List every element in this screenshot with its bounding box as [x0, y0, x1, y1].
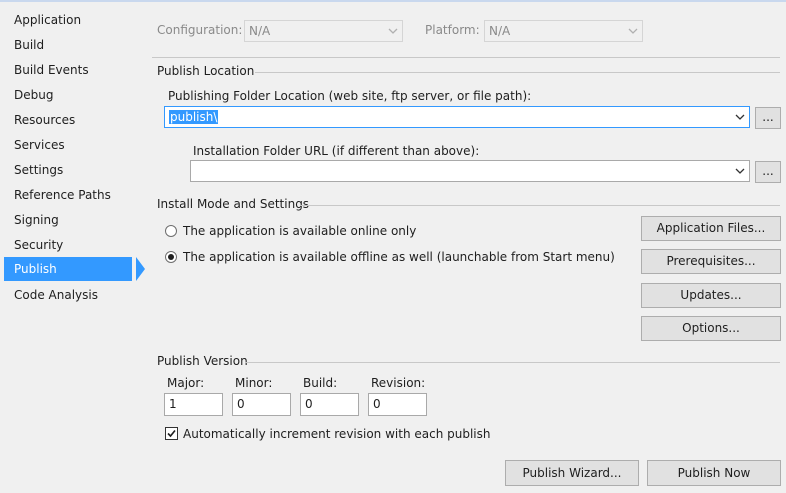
publish-version-divider	[245, 362, 780, 363]
publishing-folder-label: Publishing Folder Location (web site, ft…	[168, 89, 532, 103]
build-label: Build:	[303, 376, 338, 390]
sidebar-item-code-analysis[interactable]: Code Analysis	[4, 283, 132, 307]
configuration-label: Configuration:	[157, 23, 243, 37]
sidebar-item-build[interactable]: Build	[4, 33, 132, 57]
platform-dropdown[interactable]: N/A	[484, 20, 643, 42]
sidebar-item-signing[interactable]: Signing	[4, 208, 132, 232]
installation-folder-label: Installation Folder URL (if different th…	[193, 144, 480, 158]
revision-label: Revision:	[371, 376, 426, 390]
installation-folder-combo[interactable]	[190, 160, 750, 182]
online-only-label[interactable]: The application is available online only	[183, 224, 416, 238]
install-mode-title: Install Mode and Settings	[157, 197, 310, 211]
prerequisites-button[interactable]: Prerequisites...	[641, 249, 781, 274]
browse-folder-button[interactable]: ...	[755, 107, 781, 129]
major-input[interactable]: 1	[164, 393, 223, 416]
sidebar-item-application[interactable]: Application	[4, 8, 132, 32]
sidebar-item-reference-paths[interactable]: Reference Paths	[4, 183, 132, 207]
publish-wizard-button[interactable]: Publish Wizard...	[505, 460, 639, 486]
offline-label[interactable]: The application is available offline as …	[183, 250, 615, 264]
online-only-radio[interactable]	[165, 225, 177, 237]
sidebar-item-build-events[interactable]: Build Events	[4, 58, 132, 82]
chevron-down-icon	[735, 107, 745, 127]
platform-label: Platform:	[425, 23, 480, 37]
auto-increment-checkbox[interactable]	[165, 427, 178, 440]
publishing-folder-combo[interactable]: publish\	[164, 106, 750, 128]
revision-input[interactable]: 0	[368, 393, 427, 416]
chevron-down-icon	[628, 21, 638, 41]
publish-version-title: Publish Version	[157, 354, 248, 368]
minor-input[interactable]: 0	[232, 393, 291, 416]
active-item-pointer	[136, 257, 145, 281]
build-input[interactable]: 0	[300, 393, 359, 416]
sidebar-item-resources[interactable]: Resources	[4, 108, 132, 132]
platform-value: N/A	[489, 24, 511, 38]
chevron-down-icon	[388, 21, 398, 41]
sidebar-item-publish[interactable]: Publish	[4, 257, 145, 281]
publish-location-divider	[255, 72, 780, 73]
application-files-button[interactable]: Application Files...	[641, 216, 781, 241]
offline-radio[interactable]	[165, 251, 177, 263]
property-pages-sidebar: Application Build Build Events Debug Res…	[0, 2, 145, 493]
minor-label: Minor:	[235, 376, 273, 390]
configuration-dropdown[interactable]: N/A	[244, 20, 403, 42]
install-mode-divider	[300, 205, 780, 206]
checkmark-icon	[167, 429, 176, 438]
updates-button[interactable]: Updates...	[641, 283, 781, 308]
sidebar-item-security[interactable]: Security	[4, 233, 132, 257]
browse-install-button[interactable]: ...	[755, 161, 781, 183]
publish-now-button[interactable]: Publish Now	[647, 460, 781, 486]
auto-increment-label[interactable]: Automatically increment revision with ea…	[183, 427, 491, 441]
sidebar-item-services[interactable]: Services	[4, 133, 132, 157]
radio-selected-dot	[168, 254, 174, 260]
sidebar-item-label: Publish	[14, 262, 57, 276]
publishing-folder-value: publish\	[169, 110, 219, 124]
sidebar-item-debug[interactable]: Debug	[4, 83, 132, 107]
sidebar-item-settings[interactable]: Settings	[4, 158, 132, 182]
header-divider	[152, 57, 780, 58]
publish-location-title: Publish Location	[157, 64, 255, 78]
major-label: Major:	[167, 376, 205, 390]
configuration-value: N/A	[249, 24, 271, 38]
chevron-down-icon	[735, 161, 745, 181]
options-button[interactable]: Options...	[641, 316, 781, 341]
